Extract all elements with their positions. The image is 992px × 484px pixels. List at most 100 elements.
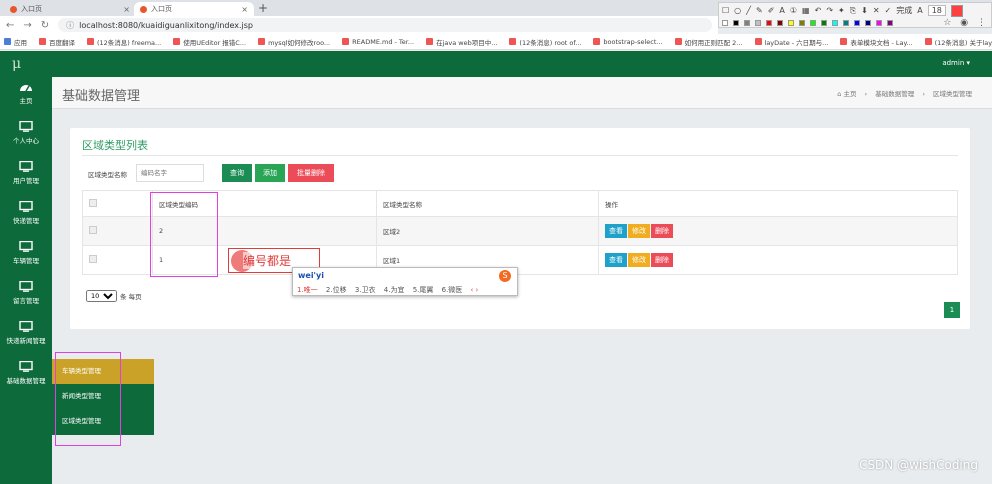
close-tab-icon[interactable]: × xyxy=(123,5,130,14)
color-swatch[interactable] xyxy=(766,19,772,26)
bookmark-item[interactable]: mysql如何修改roo... xyxy=(258,37,330,47)
sidebar-item-base-data[interactable]: 基础数据管理 xyxy=(0,357,52,395)
bookmark-item[interactable]: 使用UEditor 报错C... xyxy=(173,37,246,47)
view-button[interactable]: 查看 xyxy=(605,224,627,238)
sidebar-item-users[interactable]: 用户管理 xyxy=(0,157,52,195)
marker-tool-icon[interactable]: ✐ xyxy=(768,6,775,15)
pagination-page-1[interactable]: 1 xyxy=(944,302,960,318)
ime-candidate[interactable]: 1.唯一 xyxy=(297,286,318,294)
color-swatch[interactable] xyxy=(799,19,805,26)
ime-candidate[interactable]: 4.为宜 xyxy=(384,286,405,294)
page-size-select[interactable]: 10 xyxy=(86,290,117,302)
number-tool-icon[interactable]: ① xyxy=(790,6,797,15)
sidebar-item-messages[interactable]: 留言管理 xyxy=(0,277,52,315)
back-icon[interactable]: ← xyxy=(6,20,14,31)
breadcrumb-base-data[interactable]: 基础数据管理 xyxy=(875,90,914,98)
color-swatch[interactable] xyxy=(876,19,882,26)
finish-button[interactable]: 完成 xyxy=(896,5,912,16)
bookmark-item[interactable]: 百度翻译 xyxy=(39,37,75,47)
color-swatch[interactable] xyxy=(733,19,739,26)
pen-tool-icon[interactable]: ✎ xyxy=(756,6,763,15)
account-icon[interactable]: ◉ xyxy=(960,18,968,28)
sidebar-item-express-news[interactable]: 快递新闻管理 xyxy=(0,317,52,355)
user-menu[interactable]: admin ▾ xyxy=(942,59,970,67)
color-swatch[interactable] xyxy=(865,19,871,26)
sidebar-item-home[interactable]: 主页 xyxy=(0,77,52,115)
bookmark-favicon-icon xyxy=(4,38,11,45)
bookmark-item[interactable]: (12条消息) freema... xyxy=(87,37,161,47)
bookmark-item[interactable]: 如何用正则匹配 2... xyxy=(674,37,743,47)
edit-button[interactable]: 修改 xyxy=(628,253,650,267)
bookmark-label: 表单模块文档 - Lay... xyxy=(850,38,913,47)
color-palette xyxy=(722,19,898,26)
sidebar-item-vehicles[interactable]: 车辆管理 xyxy=(0,237,52,275)
bookmark-item[interactable]: 应用 xyxy=(4,37,27,47)
close-icon[interactable]: ✕ xyxy=(873,6,880,15)
batch-delete-button[interactable]: 批量删除 xyxy=(288,164,334,182)
breadcrumb-home[interactable]: ⌂ 主页 xyxy=(837,90,856,98)
ime-pinyin: wei'yi xyxy=(298,271,324,280)
select-all-checkbox[interactable] xyxy=(89,198,97,207)
sidebar-item-profile[interactable]: 个人中心 xyxy=(0,117,52,155)
color-swatch[interactable] xyxy=(788,19,794,26)
sidebar-item-express[interactable]: 快递管理 xyxy=(0,197,52,235)
ime-candidate[interactable]: 3.卫衣 xyxy=(355,286,376,294)
ime-candidate[interactable]: 6.微医 xyxy=(442,286,463,294)
close-tab-icon[interactable]: × xyxy=(241,5,248,14)
browser-tab-active[interactable]: 入口页 × xyxy=(134,2,254,16)
line-tool-icon[interactable]: ╱ xyxy=(746,6,751,15)
current-color-swatch[interactable] xyxy=(950,4,963,17)
ellipse-tool-icon[interactable]: ○ xyxy=(734,6,741,15)
bookmark-label: bootstrap-select... xyxy=(603,37,663,46)
monitor-icon xyxy=(19,361,33,372)
url-text: localhost:8080/kuaidiguanlixitong/index.… xyxy=(79,20,254,30)
color-swatch[interactable] xyxy=(744,19,750,26)
color-swatch[interactable] xyxy=(887,19,893,26)
color-swatch[interactable] xyxy=(843,19,849,26)
color-swatch[interactable] xyxy=(722,19,728,26)
url-field[interactable]: ⓘ localhost:8080/kuaidiguanlixitong/inde… xyxy=(58,18,712,32)
edit-button[interactable]: 修改 xyxy=(628,224,650,238)
bookmark-item[interactable]: README.md - Ter... xyxy=(342,38,414,46)
delete-button[interactable]: 删除 xyxy=(651,224,673,238)
row-checkbox[interactable] xyxy=(89,226,97,234)
view-button[interactable]: 查看 xyxy=(605,253,627,267)
rectangle-tool-icon[interactable]: ☐ xyxy=(722,6,729,15)
redo-icon[interactable]: ↷ xyxy=(826,6,833,15)
bookmark-item[interactable]: 表单模块文档 - Lay... xyxy=(840,37,913,47)
save-icon[interactable]: ⬇ xyxy=(861,6,868,15)
pin-icon[interactable]: ✦ xyxy=(838,6,845,15)
menu-dots-icon[interactable]: ⋮ xyxy=(977,18,986,28)
row-checkbox[interactable] xyxy=(89,255,97,263)
color-swatch[interactable] xyxy=(777,19,783,26)
text-tool-icon[interactable]: A xyxy=(779,6,784,15)
confirm-check-icon[interactable]: ✓ xyxy=(885,6,892,15)
ime-candidate[interactable]: 5.尾翼 xyxy=(413,286,434,294)
bookmark-item[interactable]: 在java web项目中... xyxy=(426,37,497,47)
color-swatch[interactable] xyxy=(832,19,838,26)
font-size-select[interactable]: 18 xyxy=(927,5,946,16)
reload-icon[interactable]: ↻ xyxy=(41,20,49,31)
bookmark-label: (12条消息) freema... xyxy=(97,38,162,47)
ime-page-nav[interactable]: ‹ › xyxy=(471,286,479,294)
bookmark-item[interactable]: (12条消息) root of... xyxy=(509,37,581,47)
mosaic-tool-icon[interactable]: ▦ xyxy=(802,6,810,15)
color-swatch[interactable] xyxy=(821,19,827,26)
ime-candidate[interactable]: 2.位移 xyxy=(326,286,347,294)
forward-icon[interactable]: → xyxy=(23,20,31,31)
color-swatch[interactable] xyxy=(854,19,860,26)
search-input[interactable] xyxy=(136,164,204,182)
bookmark-item[interactable]: layDate - 六日期与... xyxy=(754,37,828,47)
copy-icon[interactable]: ⎘ xyxy=(850,6,856,16)
query-button[interactable]: 查询 xyxy=(222,164,252,182)
bookmark-star-icon[interactable]: ☆ xyxy=(943,18,951,28)
browser-tab[interactable]: 入口页 × xyxy=(4,2,136,16)
new-tab-button[interactable]: + xyxy=(258,1,268,15)
color-swatch[interactable] xyxy=(755,19,761,26)
bookmark-item[interactable]: (12条消息) 关于lay... xyxy=(924,37,992,47)
bookmark-item[interactable]: bootstrap-select... xyxy=(593,37,663,46)
color-swatch[interactable] xyxy=(810,19,816,26)
add-button[interactable]: 添加 xyxy=(255,164,285,182)
delete-button[interactable]: 删除 xyxy=(651,253,673,267)
undo-icon[interactable]: ↶ xyxy=(815,6,822,15)
